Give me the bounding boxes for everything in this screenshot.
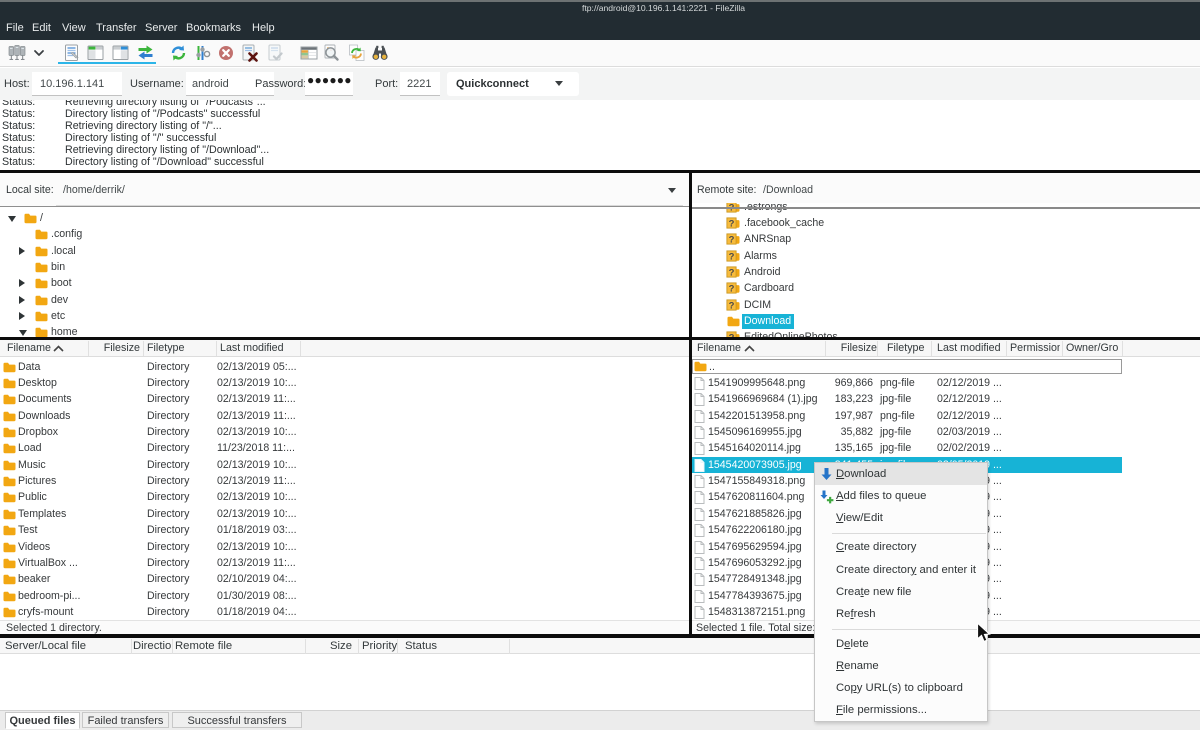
- svg-text:?: ?: [729, 333, 735, 337]
- svg-text:?: ?: [729, 251, 735, 262]
- svg-text:?: ?: [729, 267, 735, 278]
- svg-text:?: ?: [729, 300, 735, 311]
- svg-text:?: ?: [729, 284, 735, 295]
- svg-text:?: ?: [729, 234, 735, 245]
- svg-text:?: ?: [729, 218, 735, 229]
